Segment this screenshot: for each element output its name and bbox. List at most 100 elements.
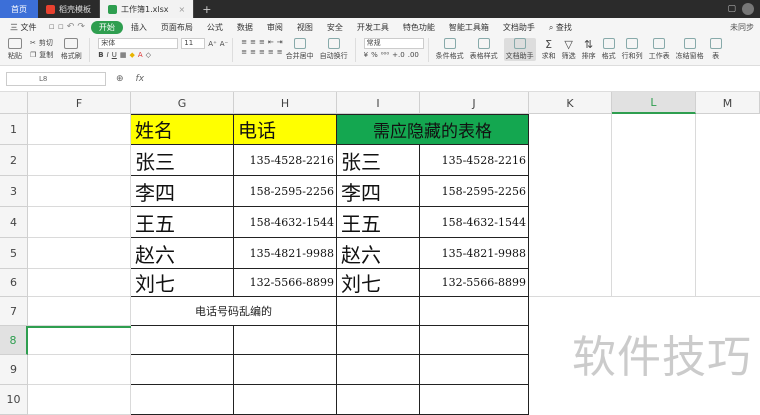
grow-font-icon[interactable]: A⁺ (208, 40, 216, 48)
menu-review[interactable]: 审阅 (261, 22, 289, 33)
row-header-8[interactable]: 8 (0, 326, 28, 355)
font-color-icon[interactable]: A (138, 51, 143, 59)
cell-h2-phone[interactable]: 135-4528-2216 (234, 145, 337, 176)
column-header-g[interactable]: G (131, 92, 234, 114)
formula-input[interactable] (152, 72, 760, 86)
copy-button[interactable]: ❐ 复制 (30, 50, 53, 60)
menu-insert[interactable]: 插入 (125, 22, 153, 33)
underline-icon[interactable]: U (112, 51, 117, 59)
cell-g5-name[interactable]: 赵六 (131, 238, 234, 269)
column-header-m[interactable]: M (696, 92, 760, 114)
cell-j8[interactable] (420, 326, 529, 355)
cell-f10[interactable] (28, 385, 131, 415)
cell-h8[interactable] (234, 326, 337, 355)
menu-smart-toolbox[interactable]: 智能工具箱 (443, 22, 495, 33)
cell-f5[interactable] (28, 238, 131, 269)
row-header-5[interactable]: 5 (0, 238, 28, 269)
border-icon[interactable]: ▦ (120, 51, 127, 59)
indent-right-icon[interactable]: ⇥ (277, 38, 283, 46)
cell-m1-m6[interactable] (696, 114, 760, 297)
zoom-icon[interactable]: ⊕ (116, 74, 124, 84)
align-right-icon[interactable]: ≡ (259, 48, 265, 56)
column-header-k[interactable]: K (529, 92, 612, 114)
font-select[interactable]: 宋体 (98, 38, 179, 49)
column-header-h[interactable]: H (234, 92, 337, 114)
menu-doc-helper[interactable]: 文档助手 (497, 22, 541, 33)
cell-h10[interactable] (234, 385, 337, 415)
thousands-icon[interactable]: ⁰⁰⁰ (381, 51, 389, 59)
paste-button[interactable]: 粘贴 (4, 38, 26, 61)
cell-j10[interactable] (420, 385, 529, 415)
cell-g3-name[interactable]: 李四 (131, 176, 234, 207)
align-top-icon[interactable]: ≡ (241, 38, 247, 46)
fx-icon[interactable]: fx (136, 74, 145, 84)
cell-g4-name[interactable]: 王五 (131, 207, 234, 238)
menu-start[interactable]: 开始 (90, 20, 123, 34)
menu-developer[interactable]: 开发工具 (351, 22, 395, 33)
menu-view[interactable]: 视图 (291, 22, 319, 33)
close-tab-icon[interactable]: × (179, 5, 186, 14)
column-header-l[interactable]: L (612, 92, 696, 114)
home-tab[interactable]: 首页 (0, 0, 38, 18)
conditional-format-button[interactable]: 条件格式 (436, 38, 464, 61)
shrink-font-icon[interactable]: A⁻ (220, 40, 228, 48)
row-header-4[interactable]: 4 (0, 207, 28, 238)
align-center-icon[interactable]: ≡ (250, 48, 256, 56)
cell-i5-name[interactable]: 赵六 (337, 238, 420, 269)
rows-cols-button[interactable]: 行和列 (622, 38, 643, 61)
row-header-10[interactable]: 10 (0, 385, 28, 415)
avatar[interactable] (742, 3, 754, 15)
cell-h1-phone-header[interactable]: 电话 (234, 114, 337, 145)
cell-i6-name[interactable]: 刘七 (337, 269, 420, 297)
cell-h5-phone[interactable]: 135-4821-9988 (234, 238, 337, 269)
name-box[interactable]: L8 (6, 71, 106, 86)
row-header-2[interactable]: 2 (0, 145, 28, 176)
cell-f6[interactable] (28, 269, 131, 297)
cell-h6-phone[interactable]: 132-5566-8899 (234, 269, 337, 297)
sum-button[interactable]: Σ 求和 (542, 38, 556, 61)
cell-i1-hidden-header[interactable]: 需应隐藏的表格 (337, 114, 529, 145)
cell-f7[interactable] (28, 297, 131, 326)
cell-i4-name[interactable]: 王五 (337, 207, 420, 238)
italic-icon[interactable]: I (107, 51, 109, 59)
table-style-button[interactable]: 表格样式 (470, 38, 498, 61)
align-bottom-icon[interactable]: ≡ (259, 38, 265, 46)
decrease-decimal-icon[interactable]: .00 (408, 51, 419, 59)
format-painter-button[interactable]: 格式刷 (57, 38, 85, 61)
distributed-icon[interactable]: ≡ (277, 48, 283, 56)
cell-i3-name[interactable]: 李四 (337, 176, 420, 207)
format-button[interactable]: 格式 (602, 38, 616, 61)
cell-g6-name[interactable]: 刘七 (131, 269, 234, 297)
cell-i8[interactable] (337, 326, 420, 355)
number-format-select[interactable]: 常规 (363, 38, 424, 49)
justify-icon[interactable]: ≡ (268, 48, 274, 56)
font-size-select[interactable]: 11 (181, 38, 206, 49)
cell-g10[interactable] (131, 385, 234, 415)
align-middle-icon[interactable]: ≡ (250, 38, 256, 46)
menu-security[interactable]: 安全 (321, 22, 349, 33)
redo-icon[interactable]: ↷ (77, 22, 85, 32)
cell-f2[interactable] (28, 145, 131, 176)
freeze-panes-button[interactable]: 冻结窗格 (676, 38, 704, 61)
cell-g8[interactable] (131, 326, 234, 355)
cell-g1-name-header[interactable]: 姓名 (131, 114, 234, 145)
cell-j3-phone[interactable]: 158-2595-2256 (420, 176, 529, 207)
cell-g7-note[interactable]: 电话号码乱编的 (131, 297, 337, 326)
worksheet-button[interactable]: 工作表 (649, 38, 670, 61)
align-left-icon[interactable]: ≡ (241, 48, 247, 56)
row-header-3[interactable]: 3 (0, 176, 28, 207)
bold-icon[interactable]: B (98, 51, 103, 59)
undo-icon[interactable]: ↶ (67, 22, 75, 32)
column-header-f[interactable]: F (28, 92, 131, 114)
doc-helper-button[interactable]: 文档助手 (503, 38, 536, 61)
currency-icon[interactable]: ¥ (364, 51, 368, 59)
cell-j7[interactable] (420, 297, 529, 326)
cell-j9[interactable] (420, 355, 529, 385)
search-box[interactable]: ⌕ 查找 (543, 22, 578, 33)
row-header-1[interactable]: 1 (0, 114, 28, 145)
cell-l1-l6[interactable] (612, 114, 696, 297)
cell-f9[interactable] (28, 355, 131, 385)
menu-formula[interactable]: 公式 (201, 22, 229, 33)
wrap-text-button[interactable]: 自动换行 (320, 38, 348, 61)
column-header-j[interactable]: J (420, 92, 529, 114)
